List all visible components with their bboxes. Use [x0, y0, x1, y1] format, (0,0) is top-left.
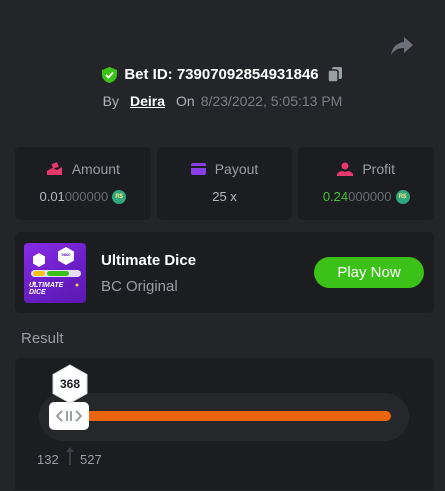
amount-value: 0.01	[39, 189, 65, 204]
amount-value-dim: 000000	[64, 189, 109, 204]
amount-icon	[46, 162, 62, 175]
profit-value-dim: 000000	[348, 189, 392, 204]
game-title: Ultimate Dice	[101, 252, 197, 269]
result-panel: 368 132 527	[15, 358, 434, 490]
by-label: By	[102, 93, 119, 109]
roll-value: 368	[59, 377, 81, 391]
profit-value: 0.24	[322, 189, 349, 204]
arrow-up-icon	[66, 447, 74, 465]
game-card: 9860 ULTIMATE DICE Ultimate Dice BC Orig…	[15, 232, 434, 313]
profit-label: Profit	[362, 161, 396, 177]
username-link[interactable]: Deira	[130, 93, 165, 109]
bet-meta-row: By Deira On 8/23/2022, 5:05:13 PM	[0, 93, 445, 109]
bet-id-row: Bet ID: 73907092854931846	[0, 66, 445, 83]
payout-label: Payout	[214, 161, 259, 177]
on-label: On	[176, 93, 195, 109]
profit-stat: Profit 0.24 000000 R$	[298, 147, 435, 220]
amount-stat: Amount 0.01 000000 R$	[15, 147, 151, 220]
game-thumbnail[interactable]: 9860 ULTIMATE DICE	[24, 243, 86, 303]
play-now-button[interactable]: Play Now	[314, 257, 424, 288]
game-logo: ULTIMATE DICE	[29, 282, 63, 296]
bet-id: Bet ID: 73907092854931846	[124, 66, 319, 83]
range-min: 132	[37, 452, 59, 467]
game-logo-line1: ULTIMATE	[29, 282, 64, 289]
profit-icon	[337, 162, 354, 176]
payout-value: 25 x	[212, 189, 237, 204]
result-label: Result	[21, 330, 64, 347]
copy-icon[interactable]	[326, 66, 343, 83]
payout-stat: Payout 25 x	[156, 147, 293, 220]
slider-bar-win	[67, 411, 391, 421]
shield-check-icon	[102, 66, 118, 83]
slider-handle[interactable]	[49, 402, 89, 430]
bet-date: 8/23/2022, 5:05:13 PM	[200, 93, 343, 109]
payout-card-icon	[190, 163, 206, 175]
bet-stats: Amount 0.01000000 R$ Payout 25 x Profit	[15, 147, 435, 220]
game-logo-line2: DICE	[29, 289, 46, 296]
slider-handle-icon	[55, 410, 83, 422]
currency-coin-icon: R$	[395, 189, 410, 204]
range-max: 527	[80, 452, 102, 467]
share-icon[interactable]	[389, 34, 415, 58]
currency-coin-icon: R$	[112, 189, 127, 204]
game-subtitle: BC Original	[101, 278, 178, 295]
amount-label: Amount	[71, 161, 120, 177]
thumb-hex-value: 9860	[61, 252, 71, 257]
